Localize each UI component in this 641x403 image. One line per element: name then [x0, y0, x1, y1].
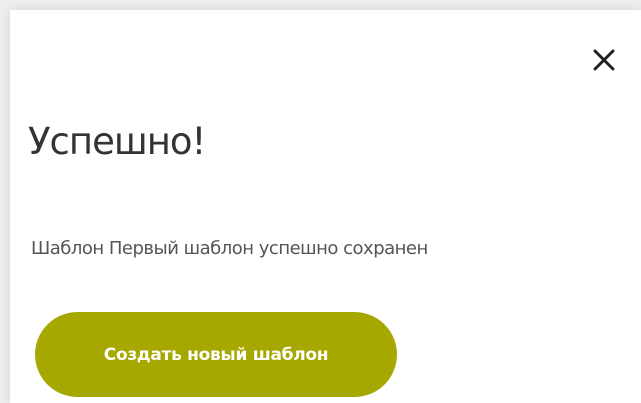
success-dialog: Успешно! Шаблон Первый шаблон успешно со…: [10, 10, 641, 403]
close-button[interactable]: [587, 43, 621, 77]
success-message: Шаблон Первый шаблон успешно сохранен: [31, 238, 428, 259]
close-icon: [593, 49, 615, 71]
create-new-template-button[interactable]: Создать новый шаблон: [35, 312, 397, 397]
dialog-title: Успешно!: [28, 120, 206, 163]
